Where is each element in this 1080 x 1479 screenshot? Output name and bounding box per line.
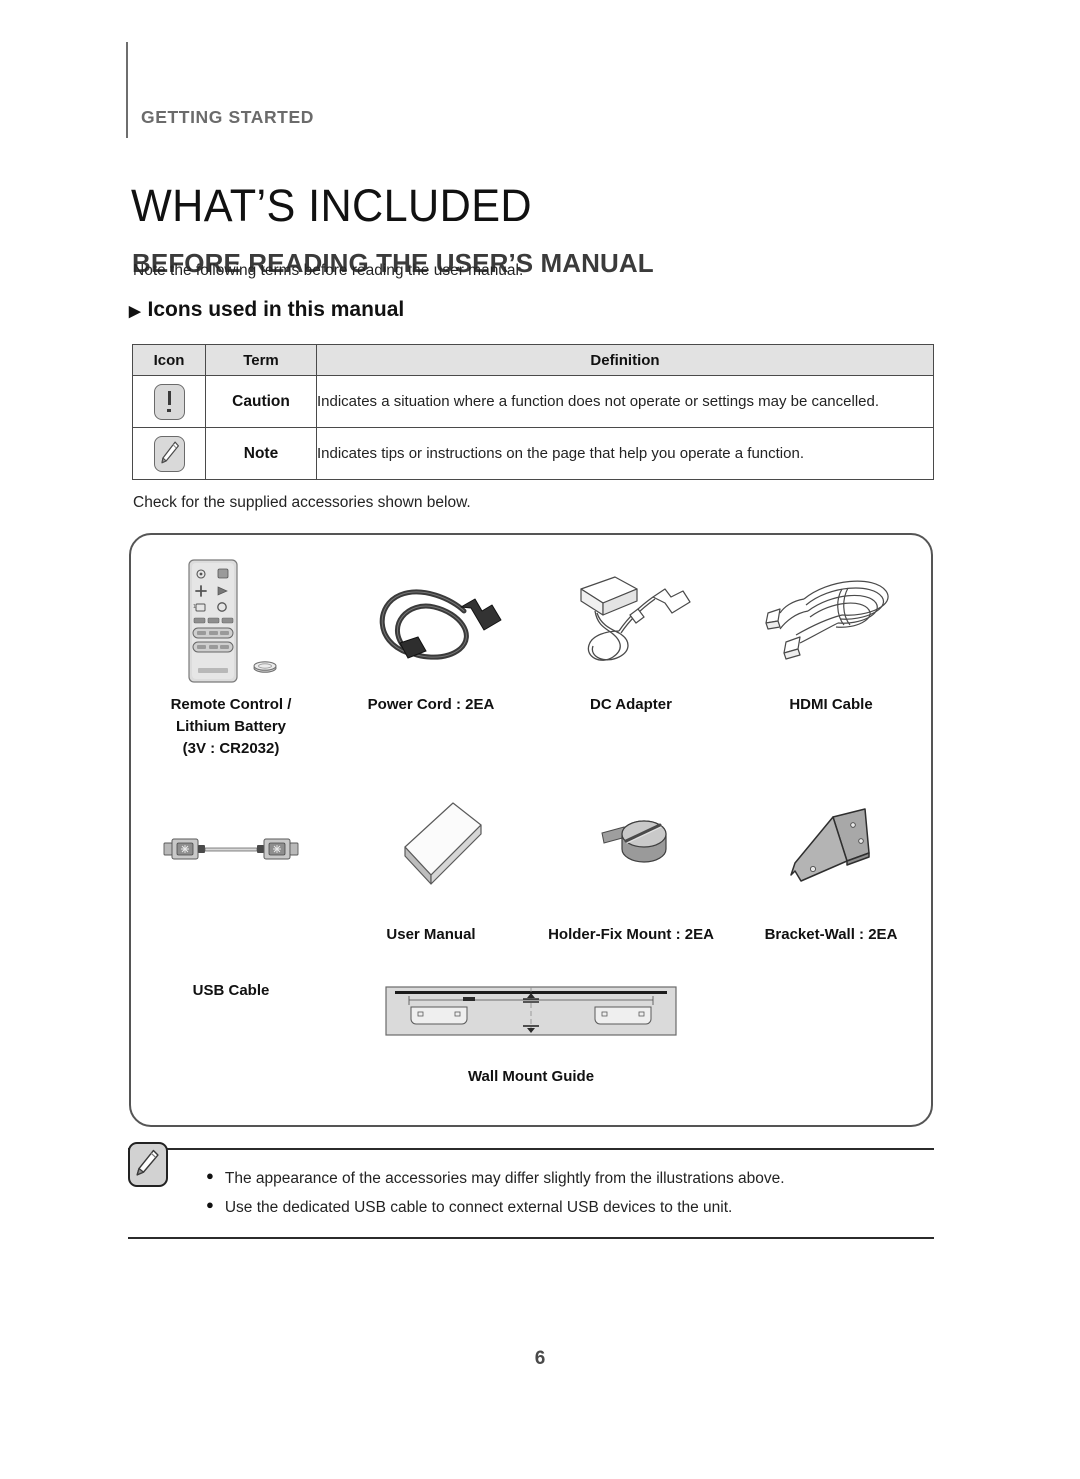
accessory-item-hdmi-cable: HDMI Cable — [731, 553, 931, 759]
check-accessories-paragraph: Check for the supplied accessories shown… — [133, 494, 471, 511]
column-header-term: Term — [205, 344, 317, 376]
note-pencil-glyph — [136, 1149, 159, 1176]
remote-control-and-battery-illustration: 1 — [131, 553, 331, 688]
dc-adapter-illustration — [531, 553, 731, 688]
accessory-item-power-cord: Power Cord : 2EA — [331, 553, 531, 759]
cell-term-caution: Caution — [205, 375, 317, 428]
table-header-row: Icon Term Definition — [132, 344, 934, 376]
accessory-label: Power Cord : 2EA — [367, 696, 495, 713]
accessory-label: User Manual — [386, 926, 476, 943]
cell-icon-note — [132, 427, 206, 480]
holder-fix-mount-illustration — [531, 783, 731, 918]
accessory-label: Holder-Fix Mount : 2EA — [548, 926, 714, 943]
bracket-wall-illustration — [731, 783, 931, 918]
bullet-icon: ● — [206, 1197, 214, 1213]
triangle-right-icon: ▶ — [129, 302, 141, 320]
note-list-item: ● The appearance of the accessories may … — [206, 1164, 934, 1193]
column-header-icon: Icon — [132, 344, 206, 376]
header-vertical-rule — [126, 42, 128, 138]
accessory-label: Remote Control / Lithium Battery (3V : C… — [170, 696, 292, 757]
intro-paragraph: Note the following terms before reading … — [133, 262, 524, 279]
caution-exclamation-icon — [153, 383, 185, 420]
accessory-label: DC Adapter — [590, 696, 672, 713]
note-list-item: ● Use the dedicated USB cable to connect… — [206, 1193, 934, 1222]
icons-definition-table: Icon Term Definition Caution Indicates a… — [132, 344, 934, 480]
note-pencil-icon — [128, 1142, 168, 1187]
note-text: The appearance of the accessories may di… — [224, 1170, 785, 1187]
note-text: Use the dedicated USB cable to connect e… — [224, 1199, 733, 1217]
note-pencil-icon — [153, 435, 185, 472]
wall-mount-guide-illustration — [385, 983, 677, 1046]
accessories-row-1: 1 Remote Control / Lithium Battery (3V:… — [131, 553, 931, 759]
accessory-item-wall-mount-guide: Wall Mount Guide — [361, 983, 701, 1088]
accessory-item-holder-fix-mount: Holder-Fix Mount : 2EA — [531, 783, 731, 1002]
table-row: Caution Indicates a situation where a fu… — [132, 375, 934, 428]
accessory-item-usb-cable: USB Cable — [131, 783, 331, 1002]
accessory-item-bracket-wall: Bracket-Wall : 2EA — [731, 783, 931, 1002]
note-bottom-divider — [128, 1236, 934, 1239]
accessory-item-user-manual: User Manual — [331, 783, 531, 1002]
breadcrumb-kicker: GETTING STARTED — [141, 107, 314, 127]
accessory-label: Bracket-Wall : 2EA — [764, 926, 898, 943]
footer-note-block: ● The appearance of the accessories may … — [128, 1142, 934, 1239]
svg-text:1: 1 — [193, 604, 196, 610]
column-header-definition: Definition — [316, 344, 934, 376]
cell-term-note: Note — [205, 427, 317, 480]
user-manual-illustration — [331, 783, 531, 918]
subsection-heading-label: Icons used in this manual — [147, 298, 405, 321]
note-pencil-glyph — [160, 441, 179, 463]
usb-cable-illustration — [131, 783, 331, 918]
accessories-row-2: USB Cable User Manual Holder-Fix Mount:… — [131, 783, 931, 1002]
page-number: 6 — [534, 1348, 546, 1369]
accessories-panel: 1 Remote Control / Lithium Battery (3V:… — [129, 533, 933, 1127]
cell-definition-caution: Indicates a situation where a function d… — [316, 375, 934, 428]
accessory-item-remote-control: 1 Remote Control / Lithium Battery (3V:… — [131, 553, 331, 759]
page-title: WHAT’S INCLUDED — [131, 180, 532, 232]
power-cord-illustration — [331, 553, 531, 688]
bullet-icon: ● — [206, 1168, 214, 1183]
accessories-row-3: Wall Mount Guide — [131, 983, 931, 1088]
note-body: ● The appearance of the accessories may … — [128, 1142, 934, 1237]
note-icon-wrap — [128, 1142, 168, 1187]
accessory-label: Wall Mount Guide — [467, 1068, 595, 1085]
accessory-item-dc-adapter: DC Adapter — [531, 553, 731, 759]
cell-definition-note: Indicates tips or instructions on the pa… — [316, 427, 934, 480]
accessory-label: HDMI Cable — [789, 696, 873, 713]
subsection-heading: ▶ Icons used in this manual — [129, 298, 404, 322]
table-row: Note Indicates tips or instructions on t… — [132, 427, 934, 480]
hdmi-cable-illustration — [731, 553, 931, 688]
cell-icon-caution — [132, 375, 206, 428]
